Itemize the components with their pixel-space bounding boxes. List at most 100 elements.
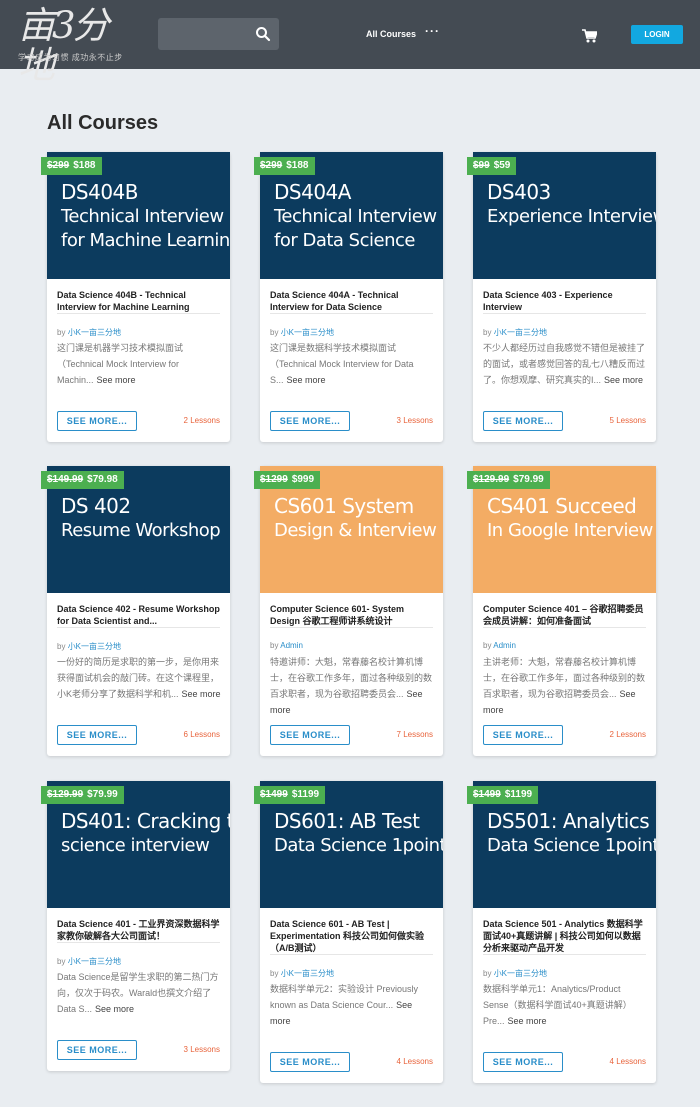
course-author: by 小K一亩三分地 [483, 327, 547, 338]
price-badge: $149.99 $79.98 [41, 471, 124, 489]
see-more-button[interactable]: SEE MORE... [57, 725, 137, 745]
course-card[interactable]: DS403 Experience Interview $99 $59 Data Scie… [467, 152, 656, 442]
course-description: 特邀讲师：大魁，常春藤名校计算机博士，在谷歌工作多年，面过各种级别的数百求职者，… [270, 654, 435, 718]
course-card[interactable]: DS601: AB TestData Science 1point3acres.… [254, 781, 443, 1083]
see-more-button[interactable]: SEE MORE... [270, 411, 350, 431]
see-more-link[interactable]: See more [95, 1004, 134, 1014]
course-card[interactable]: CS601 System Design & Interview $1299 $999 C… [254, 466, 443, 756]
lesson-count: 3 Lessons [396, 416, 433, 425]
divider [270, 954, 433, 955]
course-author: by 小K一亩三分地 [57, 327, 121, 338]
divider [57, 627, 220, 628]
course-title[interactable]: Data Science 403 - Experience Interview [483, 289, 646, 313]
course-title[interactable]: Data Science 404A - Technical Interview … [270, 289, 433, 313]
lesson-count: 6 Lessons [183, 730, 220, 739]
nav-all-courses[interactable]: All Courses [366, 29, 416, 39]
see-more-button[interactable]: SEE MORE... [270, 1052, 350, 1072]
by-label: by [57, 328, 66, 337]
course-title[interactable]: Computer Science 601- System Design 谷歌工程… [270, 603, 433, 627]
description-text: Data Science是留学生求职的第二热门方向，仅次于码农。Warald也撰… [57, 972, 219, 1014]
sale-price: $79.98 [87, 474, 118, 485]
see-more-button[interactable]: SEE MORE... [483, 1052, 563, 1072]
by-label: by [57, 642, 66, 651]
see-more-link[interactable]: See more [97, 375, 136, 385]
see-more-link[interactable]: See more [508, 1016, 547, 1026]
thumbnail-line-2: science interview [61, 835, 210, 856]
course-description: 不少人都经历过自我感觉不错但是被挂了的面试，或者感觉回答的乱七八糟反而过了。你想… [483, 340, 648, 388]
course-card[interactable]: DS404A Technical Interview for Data Scienc… [254, 152, 443, 442]
author-link[interactable]: 小K一亩三分地 [281, 969, 334, 978]
by-label: by [483, 969, 492, 978]
sale-price: $188 [286, 160, 309, 171]
course-title[interactable]: Data Science 402 - Resume Workshop for D… [57, 603, 220, 627]
course-card[interactable]: CS401 Succeed In Google Interview $129.99 $… [467, 466, 656, 756]
course-title[interactable]: Data Science 501 - Analytics 数据科学面试40+真题… [483, 918, 646, 954]
course-author: by 小K一亩三分地 [270, 968, 334, 979]
thumbnail-line-1: CS401 Succeed [487, 494, 637, 518]
divider [270, 313, 433, 314]
thumbnail-line-1: DS404A [274, 180, 351, 204]
by-label: by [57, 957, 66, 966]
author-link[interactable]: 小K一亩三分地 [281, 328, 334, 337]
thumbnail-line-2: Resume Workshop [61, 520, 221, 541]
sale-price: $59 [493, 160, 511, 171]
search-icon[interactable] [255, 26, 271, 42]
course-description: 数据科学单元2：实验设计 Previously known as Data Sc… [270, 981, 435, 1029]
nav-more-menu[interactable]: ··· [425, 24, 440, 38]
course-title[interactable]: Data Science 601 - AB Test | Experimenta… [270, 918, 433, 954]
description-text: 数据科学单元1：Analytics/Product Sense（数据科学面试40… [483, 984, 632, 1026]
author-link[interactable]: 小K一亩三分地 [68, 328, 121, 337]
see-more-link[interactable]: See more [287, 375, 326, 385]
course-description: 这门课是数据科学技术模拟面试（Technical Mock Interview … [270, 340, 435, 388]
site-logo[interactable]: 亩3分地 学习成为习惯 成功永不止步 [18, 6, 138, 86]
course-description: 主讲老师：大魁，常春藤名校计算机博士，在谷歌工作多年，面过各种级别的数百求职者，… [483, 654, 648, 718]
thumbnail-line-3: for Data Science [274, 230, 415, 251]
see-more-button[interactable]: SEE MORE... [57, 411, 137, 431]
see-more-button[interactable]: SEE MORE... [483, 725, 563, 745]
thumbnail-line-1: DS501: Analytics [487, 809, 650, 833]
lesson-count: 2 Lessons [183, 416, 220, 425]
course-description: 这门课是机器学习技术模拟面试（Technical Mock Interview … [57, 340, 222, 388]
author-link[interactable]: Admin [280, 641, 303, 650]
by-label: by [483, 328, 492, 337]
thumbnail-line-1: DS 402 [61, 494, 131, 518]
see-more-link[interactable]: See more [604, 375, 643, 385]
author-link[interactable]: 小K一亩三分地 [494, 328, 547, 337]
divider [483, 627, 646, 628]
original-price: $129.99 [473, 474, 510, 485]
original-price: $129.99 [47, 789, 84, 800]
price-badge: $1499 $1199 [254, 786, 326, 804]
see-more-button[interactable]: SEE MORE... [270, 725, 350, 745]
thumbnail-line-1: DS401: Cracking the data [61, 809, 230, 833]
thumbnail-line-2: Technical Interview [61, 206, 224, 227]
original-price: $99 [473, 160, 490, 171]
see-more-link[interactable]: See more [182, 689, 221, 699]
course-author: by 小K一亩三分地 [57, 956, 121, 967]
course-author: by Admin [483, 641, 516, 650]
login-button[interactable]: LOGIN [631, 25, 683, 44]
by-label: by [270, 969, 279, 978]
price-badge: $129.99 $79.99 [467, 471, 550, 489]
course-card[interactable]: DS 402 Resume Workshop $149.99 $79.98 Data S… [41, 466, 230, 756]
author-link[interactable]: 小K一亩三分地 [68, 957, 121, 966]
author-link[interactable]: Admin [493, 641, 516, 650]
author-link[interactable]: 小K一亩三分地 [68, 642, 121, 651]
course-title[interactable]: Data Science 404B - Technical Interview … [57, 289, 220, 313]
by-label: by [270, 328, 279, 337]
see-more-button[interactable]: SEE MORE... [57, 1040, 137, 1060]
course-title[interactable]: Computer Science 401 – 谷歌招聘委员会成员讲解：如何准备面… [483, 603, 646, 627]
see-more-button[interactable]: SEE MORE... [483, 411, 563, 431]
price-badge: $99 $59 [467, 157, 517, 175]
lesson-count: 4 Lessons [609, 1057, 646, 1066]
course-card[interactable]: DS401: Cracking the datascience intervie… [41, 781, 230, 1071]
divider [270, 627, 433, 628]
sale-price: $1199 [504, 789, 533, 800]
divider [483, 954, 646, 955]
course-card[interactable]: DS404B Technical Interview for Machine Lea… [41, 152, 230, 442]
original-price: $299 [260, 160, 283, 171]
author-link[interactable]: 小K一亩三分地 [494, 969, 547, 978]
course-title[interactable]: Data Science 401 - 工业界资深数据科学家教你破解各大公司面试！ [57, 918, 220, 942]
search-input[interactable] [158, 18, 279, 50]
cart-icon[interactable] [582, 29, 597, 43]
course-card[interactable]: DS501: AnalyticsData Science 1point3acre… [467, 781, 656, 1083]
